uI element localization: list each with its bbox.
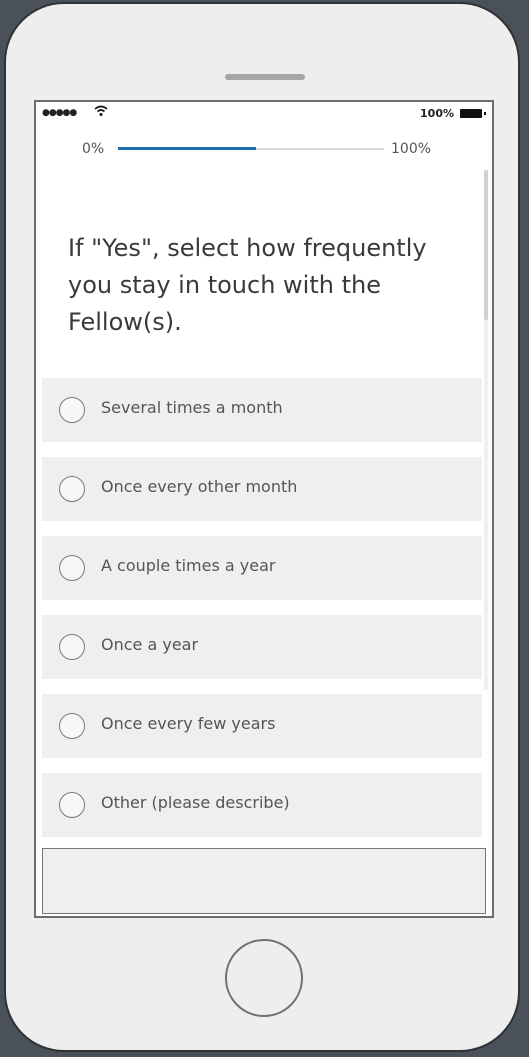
option-a-couple-times-a-year[interactable]: A couple times a year xyxy=(42,536,482,600)
option-label: Once every other month xyxy=(101,477,298,496)
radio-button[interactable] xyxy=(59,713,85,739)
wifi-icon xyxy=(94,105,108,120)
option-label: Other (please describe) xyxy=(101,793,290,812)
progress-indicator: 0% 100% xyxy=(36,138,492,158)
option-label: Once a year xyxy=(101,635,199,654)
question-text: If "Yes", select how frequently you stay… xyxy=(68,234,427,336)
survey-screen: ●●●●● 100% 0% 100% If "Yes", select how … xyxy=(34,100,494,918)
battery-percent: 100% xyxy=(420,107,454,120)
progress-fill xyxy=(118,147,257,150)
other-description-input[interactable] xyxy=(42,848,486,914)
option-label: Several times a month xyxy=(101,398,283,417)
radio-button[interactable] xyxy=(59,397,85,423)
progress-end-label: 100% xyxy=(391,141,432,157)
progress-track xyxy=(118,147,384,150)
battery-icon xyxy=(460,109,486,118)
radio-button[interactable] xyxy=(59,476,85,502)
option-label: A couple times a year xyxy=(101,556,276,575)
option-once-every-other-month[interactable]: Once every other month xyxy=(42,457,482,521)
radio-button[interactable] xyxy=(59,634,85,660)
phone-frame: ●●●●● 100% 0% 100% If "Yes", select how … xyxy=(4,2,520,1052)
radio-button[interactable] xyxy=(59,792,85,818)
scrollbar-thumb[interactable] xyxy=(484,170,488,320)
signal-strength-icon: ●●●●● xyxy=(42,108,77,118)
option-several-times-a-month[interactable]: Several times a month xyxy=(42,378,482,442)
radio-button[interactable] xyxy=(59,555,85,581)
scrollbar[interactable] xyxy=(484,170,488,690)
home-button[interactable] xyxy=(225,939,303,1017)
progress-start-label: 0% xyxy=(82,141,105,157)
option-other[interactable]: Other (please describe) xyxy=(42,773,482,837)
option-once-a-year[interactable]: Once a year xyxy=(42,615,482,679)
speaker-slot xyxy=(225,74,305,80)
option-once-every-few-years[interactable]: Once every few years xyxy=(42,694,482,758)
option-label: Once every few years xyxy=(101,714,276,733)
status-bar: ●●●●● 100% xyxy=(36,102,492,126)
